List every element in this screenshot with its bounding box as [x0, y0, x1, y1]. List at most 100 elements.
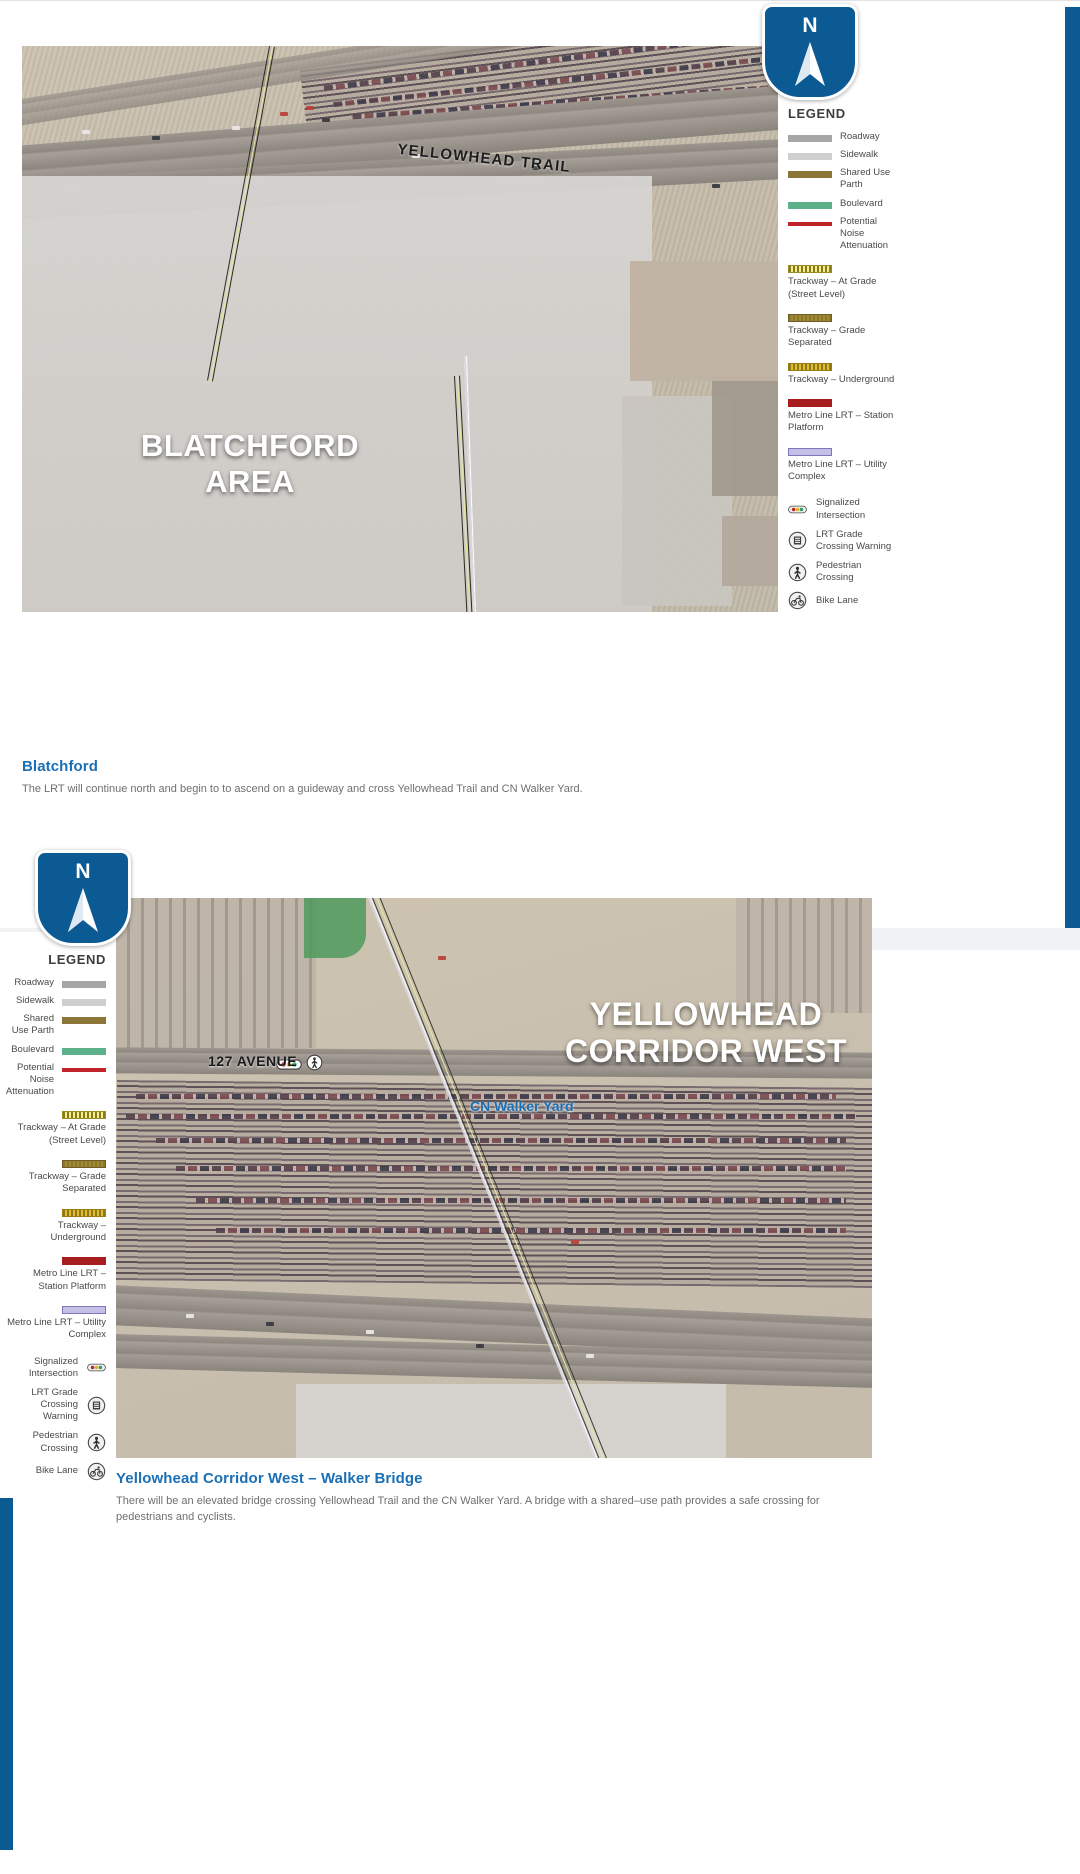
- boulevard-swatch: [62, 1047, 106, 1055]
- overlay-title-line-2: CORRIDOR WEST: [564, 1032, 848, 1069]
- legend-title: LEGEND: [48, 952, 106, 967]
- lrt-grade-crossing-icon: [87, 1396, 106, 1415]
- legend-item-label: Trackway – Grade Separated: [788, 324, 866, 349]
- green-space: [304, 898, 366, 958]
- roadway-swatch: [62, 981, 106, 988]
- map-legend: LEGEND Roadway Sidewalk Shared Use Parth…: [780, 86, 904, 628]
- vehicle: [152, 136, 160, 140]
- legend-item-label: Roadway: [14, 977, 54, 988]
- legend-item-label: Boulevard: [11, 1043, 54, 1055]
- legend-item-label: Signalized Intersection: [816, 497, 866, 521]
- vehicle: [306, 106, 314, 110]
- legend-item-label: Trackway – Underground: [788, 373, 895, 385]
- sidewalk-swatch: [788, 153, 832, 161]
- traffic-signal-icon: [788, 500, 807, 519]
- legend-item: Pedestrian Crossing: [4, 1430, 106, 1454]
- industrial-building: [722, 516, 778, 586]
- blatchford-area-polygon: [22, 176, 652, 612]
- vehicle: [322, 118, 330, 122]
- overlay-title-line-1: YELLOWHEAD: [589, 996, 823, 1032]
- overlay-title-line-1: BLATCHFORD: [141, 428, 359, 463]
- yellowhead-corridor-west-map[interactable]: YELLOWHEAD CORRIDOR WEST 127 AVENUE CN W…: [116, 898, 872, 1458]
- traffic-signal-icon: [87, 1358, 106, 1377]
- station-platform-swatch: [62, 1257, 106, 1266]
- legend-item: Boulevard: [4, 1044, 106, 1056]
- bike-lane-icon: [788, 591, 807, 610]
- legend-item: LRT Grade Crossing Warning: [788, 529, 896, 553]
- utility-complex-swatch: [788, 447, 832, 456]
- noise-attenuation-swatch: [788, 221, 832, 226]
- legend-item-label: Roadway: [840, 131, 880, 142]
- legend-item: Potential Noise Attenuation: [4, 1062, 106, 1098]
- legend-item: Trackway – Underground: [4, 1208, 106, 1245]
- boulevard-swatch: [788, 201, 832, 209]
- vehicle: [186, 1314, 194, 1318]
- legend-item: Metro Line LRT – Utility Complex: [4, 1306, 106, 1342]
- shared-use-path-swatch: [62, 1017, 106, 1025]
- legend-item-label: Trackway – At Grade (Street Level): [17, 1122, 106, 1146]
- legend-item-label: LRT Grade Crossing Warning: [816, 528, 892, 552]
- pedestrian-crossing-icon: [788, 563, 807, 582]
- blatchford-section: BLATCHFORD AREA YELLOWHEAD TRAIL LEGEND …: [0, 0, 1080, 929]
- industrial-building: [712, 376, 778, 496]
- vehicle: [266, 1322, 274, 1326]
- legend-item: Trackway – Grade Separated: [788, 313, 896, 350]
- legend-item-label: Trackway – At Grade (Street Level): [788, 276, 877, 300]
- industrial-yard: [630, 261, 778, 381]
- cn-walker-yard-label: CN Walker Yard: [470, 1098, 574, 1114]
- yellowhead-corridor-west-caption: Yellowhead Corridor West – Walker Bridge…: [116, 1470, 876, 1526]
- right-accent-bar: [1065, 7, 1080, 929]
- map-legend: LEGEND Roadway Sidewalk Shared Use Parth…: [0, 932, 116, 1498]
- legend-item-label: Pedestrian Crossing: [816, 559, 862, 584]
- overlay-title-line-2: AREA: [205, 463, 295, 499]
- legend-item: Roadway: [4, 977, 106, 989]
- legend-item: Trackway – Underground: [788, 362, 896, 386]
- legend-item-label: Signalized Intersection: [28, 1355, 78, 1379]
- north-arrow: N: [762, 4, 858, 100]
- sidewalk-swatch: [62, 999, 106, 1007]
- bike-lane-icon: [87, 1462, 106, 1481]
- legend-item: Metro Line LRT – Station Platform: [788, 398, 896, 435]
- legend-item-label: Metro Line LRT – Station Platform: [32, 1268, 106, 1292]
- legend-item: Bike Lane: [4, 1462, 106, 1481]
- legend-item: Sidewalk: [4, 995, 106, 1007]
- vehicle: [82, 130, 90, 134]
- vehicle: [712, 184, 720, 188]
- parking-lot: [296, 1384, 726, 1458]
- legend-item: Pedestrian Crossing: [788, 560, 896, 584]
- legend-item-label: Metro Line LRT – Utility Complex: [7, 1317, 106, 1341]
- rail-cars: [216, 1228, 846, 1233]
- legend-item-label: Trackway – Underground: [50, 1219, 106, 1243]
- legend-title: LEGEND: [788, 106, 846, 121]
- legend-item: Trackway – At Grade (Street Level): [4, 1111, 106, 1147]
- legend-item: Trackway – Grade Separated: [4, 1159, 106, 1196]
- vehicle: [232, 126, 240, 130]
- legend-item-label: LRT Grade Crossing Warning: [31, 1387, 78, 1423]
- legend-item: Metro Line LRT – Utility Complex: [788, 447, 896, 484]
- 127-avenue-label: 127 AVENUE: [208, 1053, 298, 1069]
- trackway-grade-separated-swatch: [62, 1159, 106, 1168]
- legend-item-label: Pedestrian Crossing: [32, 1430, 78, 1454]
- caption-body: The LRT will continue north and begin to…: [22, 783, 583, 795]
- legend-item: Signalized Intersection: [788, 497, 896, 521]
- pedestrian-crossing-map-icon[interactable]: [306, 1054, 323, 1076]
- vehicle: [280, 112, 288, 116]
- rail-cars: [126, 1114, 856, 1119]
- yellowhead-corridor-west-section: YELLOWHEAD CORRIDOR WEST 127 AVENUE CN W…: [0, 850, 1080, 1874]
- legend-item: Shared Use Parth: [4, 1013, 106, 1037]
- trackway-grade-separated-swatch: [788, 313, 832, 322]
- yellowhead-corridor-west-overlay-title: YELLOWHEAD CORRIDOR WEST: [546, 996, 866, 1070]
- utility-complex-swatch: [62, 1306, 106, 1314]
- trackway-at-grade-swatch: [62, 1111, 106, 1120]
- vehicle: [476, 1344, 484, 1348]
- legend-item: Boulevard: [788, 198, 896, 210]
- north-arrow-glyph: [68, 888, 98, 932]
- pedestrian-crossing-icon: [87, 1433, 106, 1452]
- blatchford-map[interactable]: BLATCHFORD AREA YELLOWHEAD TRAIL: [22, 46, 778, 612]
- legend-item: Sidewalk: [788, 149, 896, 161]
- legend-item: Bike Lane: [788, 591, 896, 610]
- legend-item-label: Metro Line LRT – Utility Complex: [788, 458, 887, 482]
- vehicle: [438, 956, 446, 960]
- north-arrow-glyph: [795, 42, 825, 86]
- trackway-underground-swatch: [788, 362, 832, 371]
